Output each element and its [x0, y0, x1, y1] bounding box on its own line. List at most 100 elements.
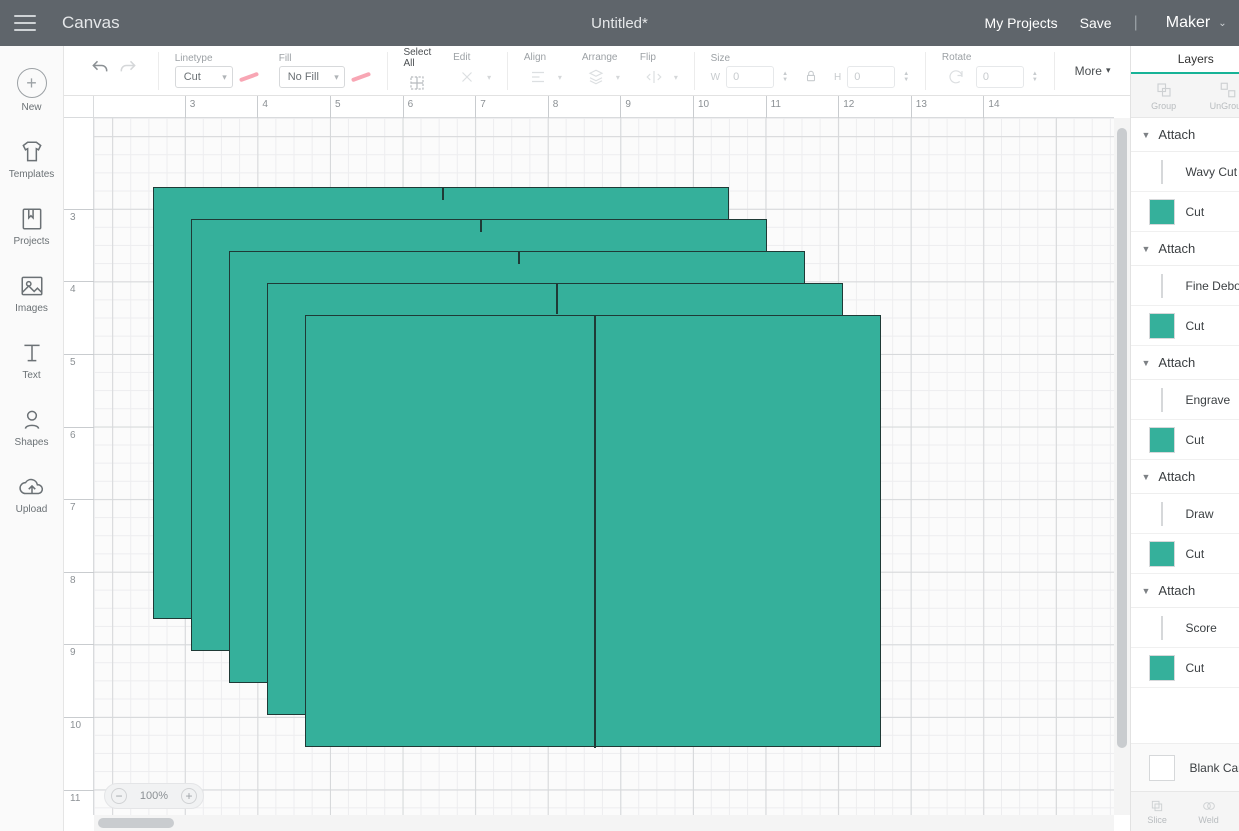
document-title: Untitled* [591, 15, 648, 32]
ruler-tick: 6 [64, 427, 94, 441]
height-input[interactable]: 0 [847, 66, 895, 88]
select-all-label: Select All [403, 47, 433, 69]
scrollbar-vertical[interactable] [1114, 118, 1130, 815]
layer-item[interactable]: Cut [1131, 534, 1239, 574]
weld-button: Weld [1183, 792, 1234, 831]
nav-projects[interactable]: Projects [0, 196, 64, 257]
pen-swatch[interactable] [351, 72, 371, 83]
linetype-label: Linetype [175, 53, 259, 64]
chevron-down-icon: ▾ [558, 73, 562, 82]
more-button[interactable]: More▾ [1067, 60, 1119, 82]
h-label: H [834, 72, 841, 83]
layer-item[interactable]: Cut [1131, 306, 1239, 346]
nav-upload-label: Upload [16, 504, 48, 515]
lock-aspect[interactable] [804, 58, 818, 83]
menu-icon[interactable] [8, 6, 42, 40]
separator [694, 52, 695, 90]
align-button [524, 65, 552, 89]
separator: | [1134, 14, 1138, 32]
nav-images[interactable]: Images [0, 263, 64, 324]
linetype-dropdown[interactable]: Cut [175, 66, 233, 88]
zoom-out-button[interactable]: − [111, 788, 127, 804]
attach-button: Attach [1234, 792, 1239, 831]
ruler-tick: 6 [403, 96, 414, 118]
nav-text[interactable]: Text [0, 330, 64, 391]
bookmark-icon [19, 206, 45, 232]
select-all-button[interactable] [403, 71, 431, 95]
ruler-tick: 4 [64, 281, 94, 295]
triangle-down-icon: ▼ [1141, 472, 1150, 482]
chevron-down-icon: ▾ [674, 73, 678, 82]
plus-circle-icon: + [17, 68, 47, 98]
triangle-down-icon: ▼ [1141, 130, 1150, 140]
tab-layers[interactable]: Layers [1131, 46, 1239, 74]
layer-item[interactable]: Score [1131, 608, 1239, 648]
ruler-tick: 9 [64, 644, 94, 658]
layer-item-label: Cut [1185, 319, 1204, 333]
my-projects-link[interactable]: My Projects [985, 15, 1058, 31]
ruler-tick: 10 [693, 96, 709, 118]
width-stepper[interactable]: ▲▼ [782, 71, 788, 83]
rotate-stepper[interactable]: ▲▼ [1032, 71, 1038, 83]
layer-line-swatch [1161, 160, 1163, 184]
layer-actions: Group UnGroup Duplicate Delete [1131, 74, 1239, 118]
triangle-down-icon: ▼ [1141, 244, 1150, 254]
edit-button [453, 65, 481, 89]
layer-item[interactable]: Cut [1131, 192, 1239, 232]
layer-item[interactable]: Fine Deboss [1131, 266, 1239, 306]
fill-dropdown[interactable]: No Fill [279, 66, 345, 88]
canvas-grid[interactable] [94, 118, 1114, 815]
ruler-tick: 3 [185, 96, 196, 118]
nav-shapes[interactable]: Shapes [0, 397, 64, 458]
layer-group-header[interactable]: ▼Attach [1131, 118, 1239, 152]
w-label: W [711, 72, 720, 83]
separator [387, 52, 388, 90]
scrollbar-horizontal[interactable] [94, 815, 1114, 831]
nav-templates-label: Templates [9, 169, 55, 180]
layer-group-title: Attach [1158, 241, 1195, 256]
separator [507, 52, 508, 90]
ruler-tick: 13 [911, 96, 927, 118]
nav-upload[interactable]: Upload [0, 464, 64, 525]
layer-item[interactable]: Wavy Cut [1131, 152, 1239, 192]
width-value: 0 [733, 71, 739, 83]
canvas-shape[interactable] [305, 315, 881, 747]
flip-button [640, 65, 668, 89]
toolstrip: Linetype Cut Fill No Fill Select All [64, 46, 1130, 96]
ruler-vertical: 34567891011 [64, 118, 94, 815]
redo-button[interactable] [118, 58, 138, 83]
ruler-tick: 12 [838, 96, 854, 118]
zoom-control: − 100% + [104, 783, 204, 809]
chevron-down-icon: ▾ [487, 73, 491, 82]
blank-swatch [1149, 755, 1175, 781]
chevron-down-icon: ▾ [616, 73, 620, 82]
machine-selector[interactable]: Maker ⌄ [1160, 14, 1233, 32]
layer-item-label: Score [1185, 621, 1216, 635]
layer-item[interactable]: Draw [1131, 494, 1239, 534]
zoom-in-button[interactable]: + [181, 788, 197, 804]
layer-group-header[interactable]: ▼Attach [1131, 346, 1239, 380]
height-stepper[interactable]: ▲▼ [903, 71, 909, 83]
separator [1054, 52, 1055, 90]
right-panel: Layers Color Sync Group UnGroup Duplicat… [1130, 46, 1239, 831]
nav-templates[interactable]: Templates [0, 129, 64, 190]
canvas-area[interactable]: 34567891011121314 34567891011 − 100% + [64, 96, 1130, 831]
nav-new[interactable]: + New [0, 58, 64, 123]
ruler-tick: 8 [548, 96, 559, 118]
layer-item-label: Cut [1185, 547, 1204, 561]
save-link[interactable]: Save [1080, 15, 1112, 31]
width-input[interactable]: 0 [726, 66, 774, 88]
undo-button[interactable] [90, 58, 110, 83]
layer-item[interactable]: Cut [1131, 420, 1239, 460]
layer-item[interactable]: Cut [1131, 648, 1239, 688]
pen-swatch[interactable] [239, 72, 259, 83]
layer-item[interactable]: Engrave [1131, 380, 1239, 420]
layer-group-header[interactable]: ▼ Attach [1131, 232, 1239, 266]
nav-new-label: New [21, 102, 41, 113]
blank-canvas-row[interactable]: Blank Canvas [1131, 743, 1239, 791]
rotate-input[interactable]: 0 [976, 66, 1024, 88]
layer-group-header[interactable]: ▼Attach [1131, 460, 1239, 494]
arrange-label: Arrange [582, 52, 620, 63]
layers-list[interactable]: ▼AttachWavy CutCut▼AttachFine DebossCut▼… [1131, 118, 1239, 743]
layer-group-header[interactable]: ▼Attach [1131, 574, 1239, 608]
